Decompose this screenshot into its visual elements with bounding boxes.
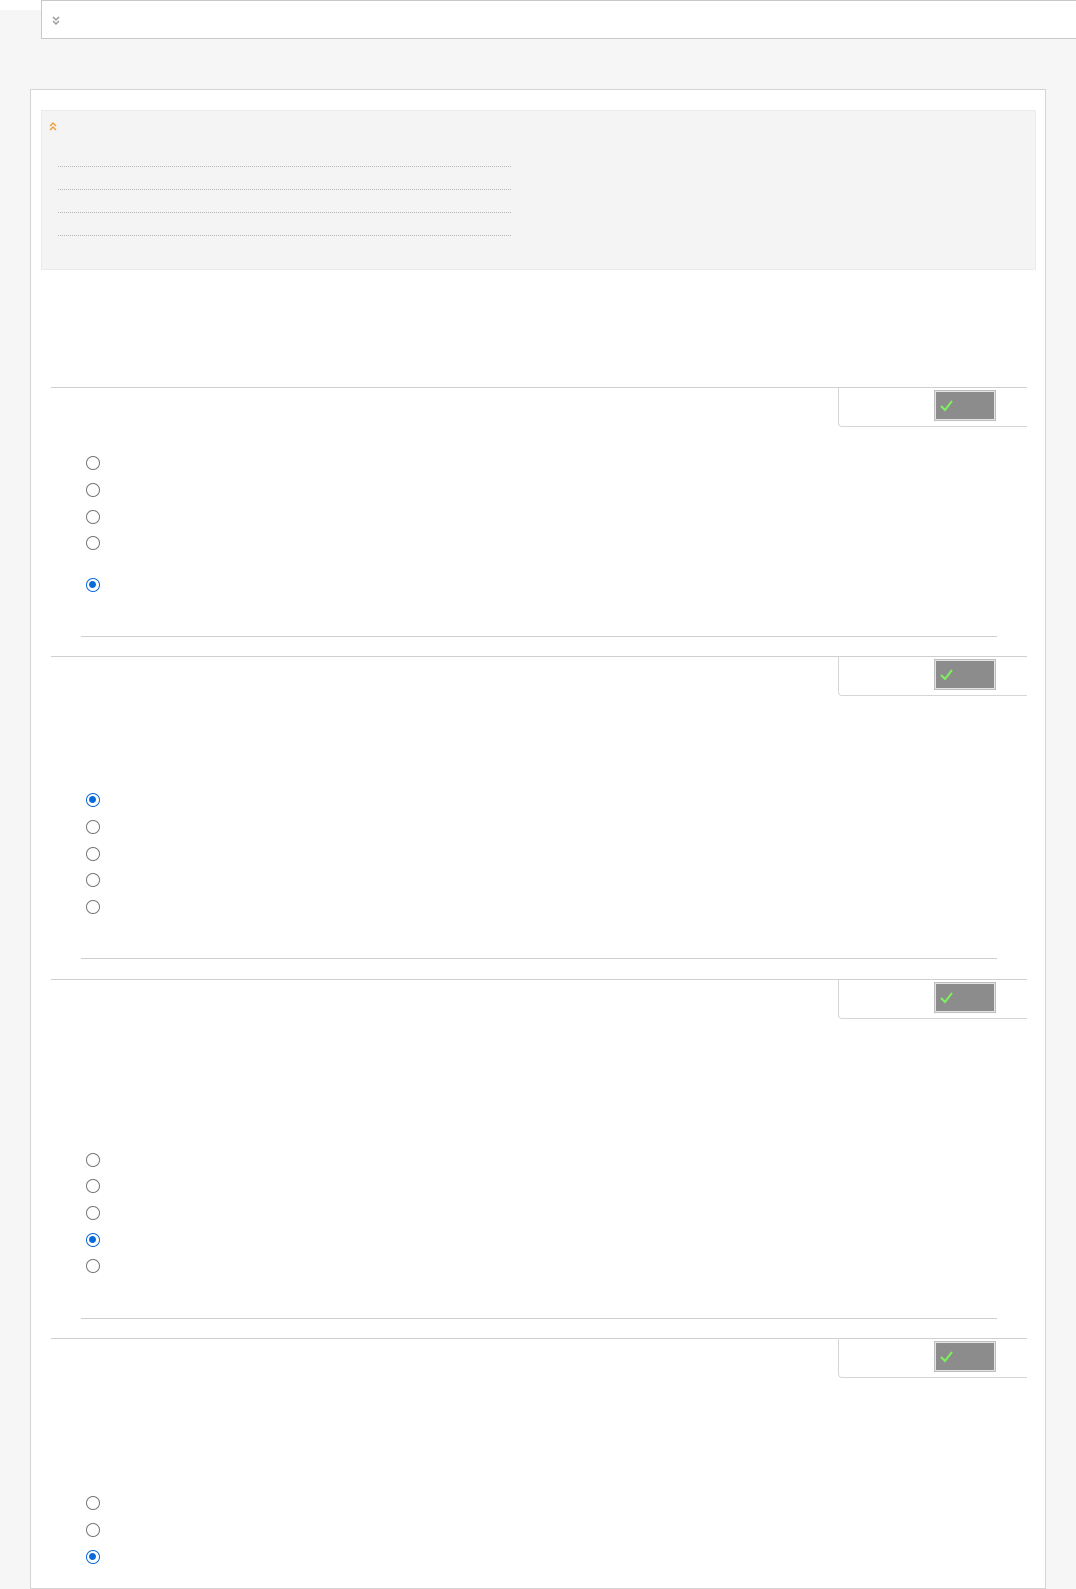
answer-radio-3[interactable] — [86, 510, 100, 524]
info-row-4 — [58, 235, 511, 236]
collapsed-header-panel — [41, 0, 1076, 39]
question-2 — [51, 656, 1027, 961]
checkmark-icon — [940, 668, 953, 681]
answer-radio-1[interactable] — [86, 1496, 100, 1510]
answer-radio-1[interactable] — [86, 793, 100, 807]
answer-radio-2[interactable] — [86, 1523, 100, 1537]
quiz-frame — [30, 89, 1046, 1589]
answer-radio-2[interactable] — [86, 483, 100, 497]
checkmark-icon — [940, 1350, 953, 1363]
question-action-box — [838, 387, 1027, 427]
page-corner — [0, 0, 41, 10]
check-answer-button[interactable] — [934, 390, 996, 421]
question-action-box — [838, 1338, 1027, 1378]
answer-radio-1[interactable] — [86, 1153, 100, 1167]
chevron-double-up-icon[interactable] — [48, 119, 58, 131]
info-row-2 — [58, 189, 511, 190]
answer-radio-3[interactable] — [86, 847, 100, 861]
answer-radio-4[interactable] — [86, 536, 100, 550]
check-answer-button[interactable] — [934, 1341, 996, 1372]
question-4 — [51, 1338, 1027, 1578]
question-bottom-divider — [81, 958, 997, 959]
question-bottom-divider — [81, 636, 997, 637]
question-1 — [51, 387, 1027, 637]
answer-radio-5[interactable] — [86, 900, 100, 914]
checkmark-icon — [940, 399, 953, 412]
answer-radio-5[interactable] — [86, 1259, 100, 1273]
check-answer-button[interactable] — [934, 982, 996, 1013]
answer-radio-4[interactable] — [86, 873, 100, 887]
answer-radio-2[interactable] — [86, 1179, 100, 1193]
answer-radio-4[interactable] — [86, 1233, 100, 1247]
question-action-box — [838, 979, 1027, 1019]
question-3 — [51, 979, 1027, 1321]
chevron-double-down-icon[interactable] — [51, 14, 61, 26]
question-action-box — [838, 656, 1027, 696]
answer-radio-3[interactable] — [86, 1550, 100, 1564]
checkmark-icon — [940, 991, 953, 1004]
info-row-3 — [58, 212, 511, 213]
check-answer-button[interactable] — [934, 659, 996, 690]
info-row-1 — [58, 166, 511, 167]
answer-radio-3[interactable] — [86, 1206, 100, 1220]
answer-radio-5[interactable] — [86, 578, 100, 592]
question-bottom-divider — [81, 1318, 997, 1319]
answer-radio-2[interactable] — [86, 820, 100, 834]
info-panel — [41, 110, 1036, 270]
answer-radio-1[interactable] — [86, 456, 100, 470]
